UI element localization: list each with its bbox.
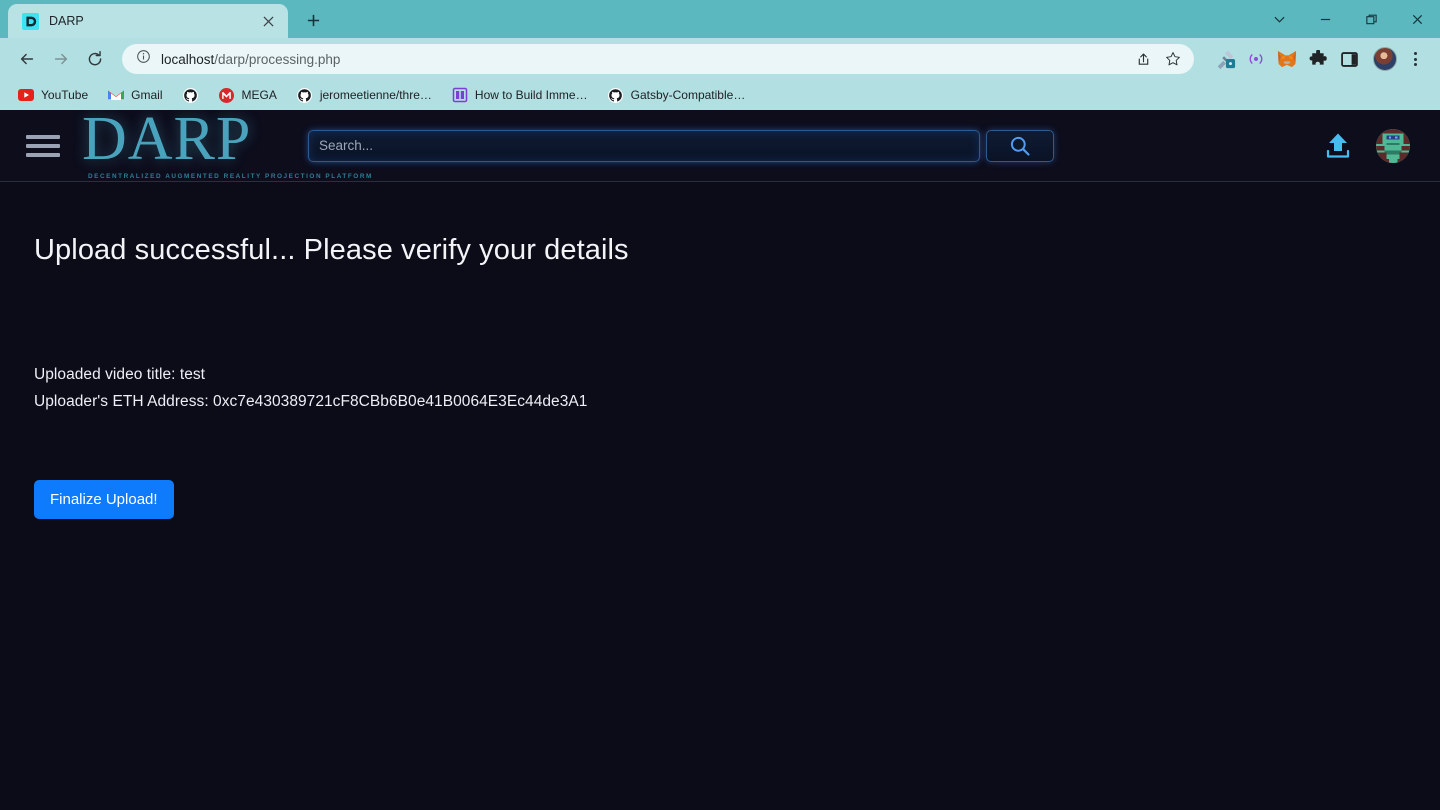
site-search bbox=[308, 129, 1054, 162]
mega-icon bbox=[219, 87, 235, 103]
broadcast-icon[interactable] bbox=[1243, 46, 1269, 72]
site-navbar: DARP DECENTRALIZED AUGMENTED REALITY PRO… bbox=[0, 110, 1440, 182]
bookmark-gatsby[interactable]: Gatsby-Compatible… bbox=[600, 84, 754, 106]
bookmark-label: How to Build Imme… bbox=[474, 88, 588, 102]
new-tab-button[interactable] bbox=[298, 5, 328, 35]
github-icon bbox=[608, 87, 624, 103]
omnibox-actions bbox=[1130, 46, 1186, 72]
gmail-icon bbox=[108, 87, 125, 103]
extension-icons bbox=[1212, 46, 1362, 72]
bookmark-how-to-build[interactable]: How to Build Imme… bbox=[444, 84, 596, 106]
search-icon bbox=[1010, 136, 1030, 156]
tab-search-button[interactable] bbox=[1256, 0, 1302, 38]
hamburger-menu-icon[interactable] bbox=[26, 134, 60, 157]
address-bar-url: localhost/darp/processing.php bbox=[161, 52, 340, 67]
url-host: localhost bbox=[161, 51, 215, 67]
kebab-menu-icon[interactable] bbox=[1402, 46, 1428, 72]
site-logo[interactable]: DARP DECENTRALIZED AUGMENTED REALITY PRO… bbox=[82, 110, 373, 180]
search-input[interactable] bbox=[319, 138, 969, 153]
page-title: Upload successful... Please verify your … bbox=[34, 234, 629, 266]
search-input-wrapper[interactable] bbox=[308, 129, 980, 162]
share-icon[interactable] bbox=[1130, 46, 1156, 72]
close-window-button[interactable] bbox=[1394, 0, 1440, 38]
forward-arrow-icon[interactable] bbox=[46, 44, 76, 74]
tab-strip: DARP bbox=[0, 0, 1440, 38]
darp-favicon-icon bbox=[22, 12, 39, 30]
bookmark-label: Gatsby-Compatible… bbox=[630, 88, 746, 102]
window-controls bbox=[1256, 0, 1440, 38]
url-path: /darp/processing.php bbox=[214, 51, 341, 67]
site-logo-wordmark: DARP bbox=[82, 110, 252, 174]
side-panel-icon[interactable] bbox=[1336, 46, 1362, 72]
tab-close-icon[interactable] bbox=[258, 11, 278, 31]
bookmark-gmail[interactable]: Gmail bbox=[100, 84, 170, 106]
bookmark-github-1[interactable] bbox=[175, 84, 207, 106]
uploader-eth-address: Uploader's ETH Address: 0xc7e430389721cF… bbox=[34, 393, 588, 410]
star-icon[interactable] bbox=[1160, 46, 1186, 72]
search-button[interactable] bbox=[986, 129, 1054, 162]
profile-avatar[interactable] bbox=[1372, 46, 1398, 72]
fox-icon[interactable] bbox=[1274, 46, 1300, 72]
tab-title: DARP bbox=[49, 14, 84, 28]
bookmark-mega[interactable]: MEGA bbox=[211, 84, 285, 106]
site-logo-tagline: DECENTRALIZED AUGMENTED REALITY PROJECTI… bbox=[88, 172, 373, 180]
bookmarks-bar: YouTube Gmail MEGA jeromeetienne/thre… H… bbox=[0, 80, 1440, 110]
youtube-icon bbox=[18, 87, 34, 103]
eyedropper-icon[interactable] bbox=[1212, 46, 1238, 72]
browser-tab[interactable]: DARP bbox=[8, 4, 288, 38]
bookmark-label: Gmail bbox=[131, 88, 163, 102]
upload-icon bbox=[1326, 133, 1350, 158]
minimize-button[interactable] bbox=[1302, 0, 1348, 38]
browser-toolbar: localhost/darp/processing.php bbox=[0, 38, 1440, 80]
bookmark-label: YouTube bbox=[41, 88, 89, 102]
uploaded-video-title: Uploaded video title: test bbox=[34, 366, 206, 383]
address-bar[interactable]: localhost/darp/processing.php bbox=[122, 44, 1194, 74]
bookmark-label: jeromeetienne/thre… bbox=[319, 88, 432, 102]
main-content: Upload successful... Please verify your … bbox=[0, 182, 1440, 519]
upload-button[interactable] bbox=[1320, 129, 1356, 163]
bookmark-youtube[interactable]: YouTube bbox=[10, 84, 96, 106]
bookmark-label: MEGA bbox=[241, 88, 277, 102]
reload-icon[interactable] bbox=[80, 44, 110, 74]
browser-window: DARP localhost/darp/processing.php YouTu… bbox=[0, 0, 1440, 810]
back-arrow-icon[interactable] bbox=[12, 44, 42, 74]
bookmark-threejs[interactable]: jeromeetienne/thre… bbox=[289, 84, 440, 106]
finalize-upload-button[interactable]: Finalize Upload! bbox=[34, 480, 174, 519]
page-viewport: DARP DECENTRALIZED AUGMENTED REALITY PRO… bbox=[0, 110, 1440, 810]
user-avatar[interactable] bbox=[1376, 128, 1410, 163]
github-icon bbox=[297, 87, 313, 103]
book-icon bbox=[452, 87, 468, 103]
github-icon bbox=[183, 87, 199, 103]
puzzle-icon[interactable] bbox=[1305, 46, 1331, 72]
navbar-right-actions bbox=[1320, 128, 1418, 163]
upload-details: Uploaded video title: test Uploader's ET… bbox=[34, 361, 1440, 415]
site-info-icon[interactable] bbox=[136, 49, 151, 69]
maximize-button[interactable] bbox=[1348, 0, 1394, 38]
